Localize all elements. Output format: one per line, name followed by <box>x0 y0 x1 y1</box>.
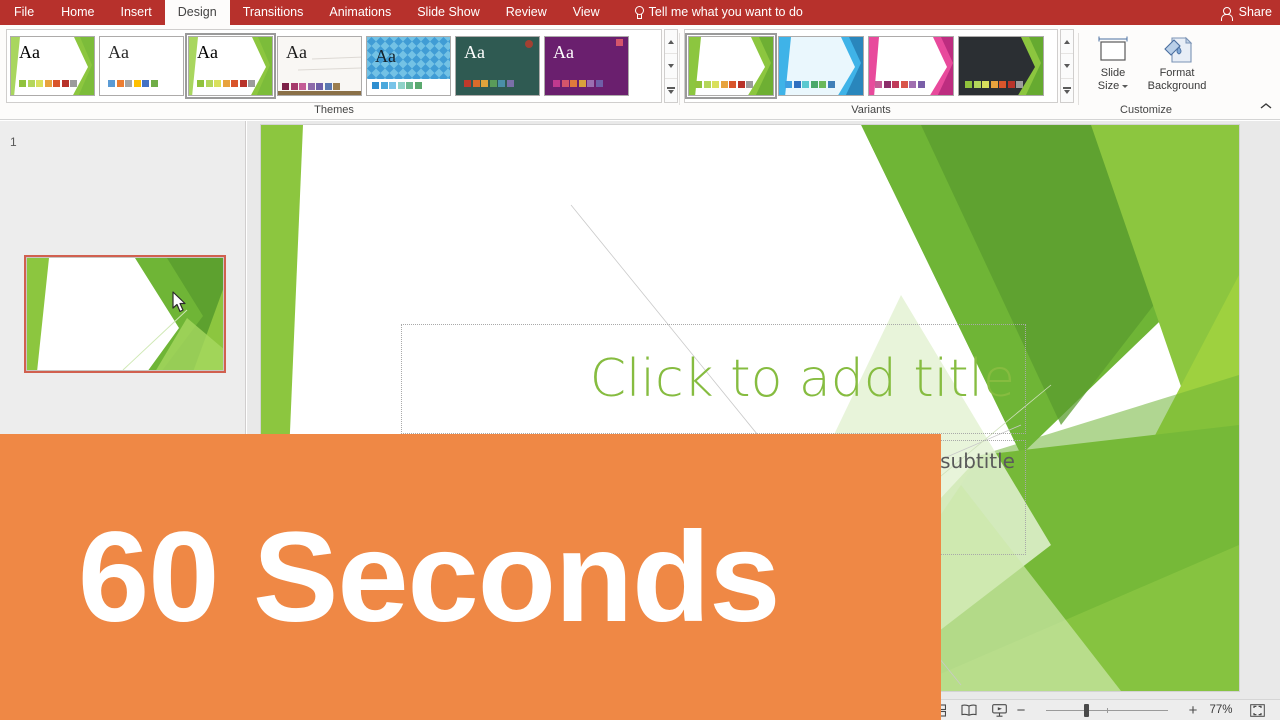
zoom-out-button[interactable]: − <box>1014 702 1028 719</box>
variant-swatches <box>875 81 925 88</box>
tab-view[interactable]: View <box>560 0 613 25</box>
theme-swatches <box>19 80 77 87</box>
theme-sample-text: Aa <box>19 42 40 62</box>
tab-file[interactable]: File <box>0 0 48 25</box>
themes-scroll-up-button[interactable] <box>665 30 677 55</box>
group-separator <box>1078 33 1079 105</box>
format-background-button[interactable]: Format Background <box>1144 33 1210 93</box>
reading-view-button[interactable] <box>954 700 984 720</box>
mouse-cursor <box>172 291 186 313</box>
theme-sample-text: Aa <box>464 42 485 62</box>
slide-number-label: 1 <box>10 135 17 149</box>
tab-home[interactable]: Home <box>48 0 107 25</box>
theme-sample-text: Aa <box>108 42 129 62</box>
tell-me-box[interactable]: Tell me what you want to do <box>633 0 803 25</box>
variant-thumb-magenta[interactable] <box>868 36 954 96</box>
title-placeholder-text: Click to add title <box>589 349 1015 409</box>
title-overlay-banner: 60 Seconds <box>0 434 941 720</box>
variants-more-button[interactable] <box>1061 79 1073 102</box>
theme-sample-text: Aa <box>375 46 396 66</box>
variant-swatches <box>965 81 1023 88</box>
variants-gallery[interactable] <box>684 29 1058 103</box>
format-background-label-2: Background <box>1147 80 1207 92</box>
group-separator <box>679 33 680 105</box>
variant-thumb-dark[interactable] <box>958 36 1044 96</box>
ribbon-group-customize: Slide Size Format Background Customize <box>1082 25 1210 120</box>
variant-swatches <box>695 81 753 88</box>
theme-sample-text: Aa <box>553 42 574 62</box>
collapse-ribbon-button[interactable] <box>1260 102 1272 114</box>
theme-thumb-6[interactable]: Aa <box>544 36 629 96</box>
ribbon-group-variants: Variants <box>684 25 1074 120</box>
themes-more-button[interactable] <box>665 79 677 102</box>
theme-thumb-0[interactable]: Aa <box>10 36 95 96</box>
theme-swatches <box>553 80 603 87</box>
theme-swatches <box>108 80 158 87</box>
format-background-icon <box>1144 33 1210 67</box>
tab-insert[interactable]: Insert <box>108 0 165 25</box>
theme-thumb-4[interactable]: Aa <box>366 36 451 96</box>
overlay-title-text: 60 Seconds <box>78 505 780 649</box>
themes-scroll-down-button[interactable] <box>665 54 677 79</box>
themes-group-label: Themes <box>314 104 354 116</box>
variant-swatches <box>785 81 835 88</box>
tab-design[interactable]: Design <box>164 0 230 25</box>
slide-show-button[interactable] <box>984 700 1014 720</box>
powerpoint-window: File Home Insert Design Transitions Anim… <box>0 0 1280 720</box>
ribbon: Aa Aa Aa Aa Aa Aa Aa Themes Variants Sli… <box>0 25 1280 120</box>
theme-swatches <box>197 80 255 87</box>
theme-thumb-1[interactable]: Aa <box>99 36 184 96</box>
slide-thumbnail-1[interactable] <box>26 257 224 371</box>
ribbon-group-themes: Aa Aa Aa Aa Aa Aa Aa Themes <box>6 25 678 120</box>
lightbulb-icon <box>633 6 644 19</box>
themes-scroller[interactable] <box>664 29 678 103</box>
zoom-tick-100 <box>1107 707 1108 713</box>
theme-sample-text: Aa <box>197 42 218 62</box>
tab-review[interactable]: Review <box>493 0 560 25</box>
theme-swatches <box>282 83 340 90</box>
zoom-slider[interactable] <box>1032 700 1182 720</box>
theme-thumb-5[interactable]: Aa <box>455 36 540 96</box>
share-label: Share <box>1238 5 1272 19</box>
theme-swatches <box>372 82 422 89</box>
theme-thumb-3[interactable]: Aa <box>277 36 362 96</box>
tab-transitions[interactable]: Transitions <box>230 0 317 25</box>
tab-slide-show[interactable]: Slide Show <box>404 0 493 25</box>
chevron-down-icon[interactable] <box>1122 85 1129 88</box>
zoom-level-label[interactable]: 77% <box>1200 704 1242 716</box>
themes-gallery[interactable]: Aa Aa Aa Aa Aa Aa Aa <box>6 29 662 103</box>
share-button[interactable]: Share <box>1220 0 1272 25</box>
zoom-in-button[interactable]: + <box>1186 702 1200 719</box>
variants-group-label: Variants <box>851 104 891 116</box>
theme-thumb-2-selected[interactable]: Aa <box>185 33 276 99</box>
slide-size-button[interactable]: Slide Size <box>1086 33 1140 93</box>
tab-animations[interactable]: Animations <box>316 0 404 25</box>
zoom-slider-handle[interactable] <box>1084 703 1089 717</box>
customize-group-label: Customize <box>1120 104 1172 116</box>
variants-scroller[interactable] <box>1060 29 1074 103</box>
slide-size-label-2: Size <box>1097 80 1120 92</box>
theme-swatches <box>464 80 514 87</box>
fit-to-window-button[interactable] <box>1242 700 1272 720</box>
person-add-icon <box>1220 6 1234 21</box>
slide-size-icon <box>1086 33 1140 67</box>
format-background-label-1: Format <box>1159 67 1195 79</box>
variants-scroll-up-button[interactable] <box>1061 30 1073 55</box>
title-placeholder[interactable]: Click to add title <box>401 324 1026 434</box>
variant-thumb-green[interactable] <box>685 33 777 99</box>
ribbon-tab-bar: File Home Insert Design Transitions Anim… <box>0 0 1280 25</box>
tell-me-label: Tell me what you want to do <box>648 5 803 19</box>
theme-sample-text: Aa <box>286 42 307 62</box>
variants-scroll-down-button[interactable] <box>1061 54 1073 79</box>
slide-size-label-1: Slide <box>1100 67 1126 79</box>
variant-thumb-blue[interactable] <box>778 36 864 96</box>
